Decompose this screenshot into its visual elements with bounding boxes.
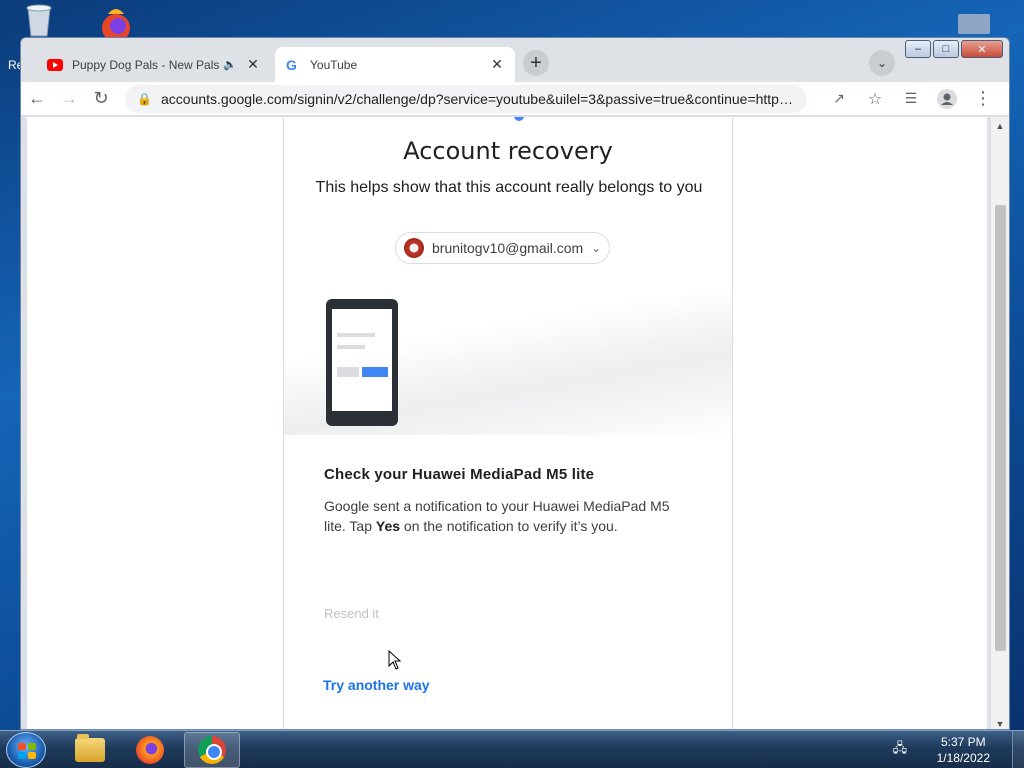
network-icon[interactable]: 🖧 xyxy=(893,739,911,761)
phone-illustration-icon xyxy=(326,299,398,426)
youtube-icon xyxy=(47,57,63,73)
account-email: brunitogv10@gmail.com xyxy=(432,240,584,256)
chrome-icon xyxy=(198,736,226,764)
tab-strip: Puppy Dog Pals - New Pals o 🔈 ✕ G YouTub… xyxy=(21,38,1009,82)
taskbar-firefox[interactable] xyxy=(122,732,178,768)
close-tab-icon[interactable]: ✕ xyxy=(489,56,505,73)
chevron-down-icon: ⌄ xyxy=(591,241,602,255)
clock-time: 5:37 PM xyxy=(940,735,986,749)
scroll-down-arrow-icon[interactable]: ▼ xyxy=(991,719,1009,729)
taskbar: 🖧 5:37 PM 1/18/2022 xyxy=(0,730,1024,768)
tab-puppy-dog-pals[interactable]: Puppy Dog Pals - New Pals o 🔈 ✕ xyxy=(37,47,271,82)
chrome-window: – □ ✕ Puppy Dog Pals - New Pals o 🔈 ✕ G … xyxy=(20,37,1010,730)
notification-message: Google sent a notification to your Huawe… xyxy=(324,498,670,534)
forward-arrow-icon[interactable]: → xyxy=(53,84,85,114)
tab-search-button[interactable]: ⌄ xyxy=(869,50,895,76)
resend-link[interactable]: Resend it xyxy=(324,606,379,621)
maximize-button[interactable]: □ xyxy=(933,40,959,58)
reload-icon[interactable]: ↻ xyxy=(85,84,117,114)
browser-toolbar: ← → ↻ 🔒 accounts.google.com/signin/v2/ch… xyxy=(21,82,1009,116)
close-tab-icon[interactable]: ✕ xyxy=(245,56,261,73)
page-title: Account recovery xyxy=(403,137,613,165)
folder-icon xyxy=(75,734,105,762)
account-chooser-chip[interactable]: brunitogv10@gmail.com ⌄ xyxy=(395,232,611,264)
desktop-network-icon[interactable] xyxy=(954,8,994,38)
recycle-bin-icon[interactable] xyxy=(20,4,58,38)
url-text[interactable]: accounts.google.com/signin/v2/challenge/… xyxy=(161,91,795,107)
try-another-way-button[interactable]: Try another way xyxy=(323,677,430,693)
yes-emphasis: Yes xyxy=(375,518,401,534)
svg-text:G: G xyxy=(286,57,297,73)
back-arrow-icon[interactable]: ← xyxy=(21,84,53,114)
taskbar-file-explorer[interactable] xyxy=(62,732,118,768)
media-controls-icon[interactable]: ☰ xyxy=(895,84,927,114)
firefox-desktop-icon[interactable] xyxy=(94,6,140,42)
show-desktop-button[interactable] xyxy=(1012,731,1024,768)
start-button[interactable] xyxy=(6,732,46,768)
page-subtitle: This helps show that this account really… xyxy=(315,179,703,196)
bookmark-star-icon[interactable]: ☆ xyxy=(859,84,891,114)
profile-icon[interactable] xyxy=(931,84,963,114)
page-scrollbar[interactable]: ▲ ▼ xyxy=(991,117,1009,729)
clock-date: 1/18/2022 xyxy=(936,751,990,765)
scroll-up-arrow-icon[interactable]: ▲ xyxy=(991,121,1009,131)
avatar xyxy=(404,238,424,258)
device-illustration xyxy=(284,295,732,435)
mouse-cursor-icon xyxy=(388,650,402,670)
taskbar-chrome[interactable] xyxy=(184,732,240,768)
page-viewport: Account recovery This helps show that th… xyxy=(27,117,987,729)
address-bar[interactable]: 🔒 accounts.google.com/signin/v2/challeng… xyxy=(125,84,807,113)
tab-title: Puppy Dog Pals - New Pals o xyxy=(72,57,223,72)
speaker-icon[interactable]: 🔈 xyxy=(223,58,239,71)
scrollbar-thumb[interactable] xyxy=(995,205,1006,651)
device-check-title: Check your Huawei MediaPad M5 lite xyxy=(324,466,595,483)
menu-kebab-icon[interactable]: ⋮ xyxy=(967,84,999,114)
minimize-button[interactable]: – xyxy=(905,40,931,58)
window-controls: – □ ✕ xyxy=(905,40,1003,58)
google-logo-fragment xyxy=(514,117,524,121)
signin-card: Account recovery This helps show that th… xyxy=(283,117,733,729)
new-tab-button[interactable]: + xyxy=(523,50,549,76)
close-window-button[interactable]: ✕ xyxy=(961,40,1003,58)
tab-youtube[interactable]: G YouTube ✕ xyxy=(275,47,515,82)
firefox-icon xyxy=(136,736,164,764)
share-icon[interactable]: ↗ xyxy=(823,84,855,114)
tab-title: YouTube xyxy=(310,57,358,72)
google-icon: G xyxy=(285,57,301,73)
windows-logo-icon xyxy=(18,743,36,759)
lock-icon[interactable]: 🔒 xyxy=(137,92,152,106)
system-tray: 🖧 5:37 PM 1/18/2022 xyxy=(893,731,1024,768)
clock[interactable]: 5:37 PM 1/18/2022 xyxy=(937,734,990,766)
